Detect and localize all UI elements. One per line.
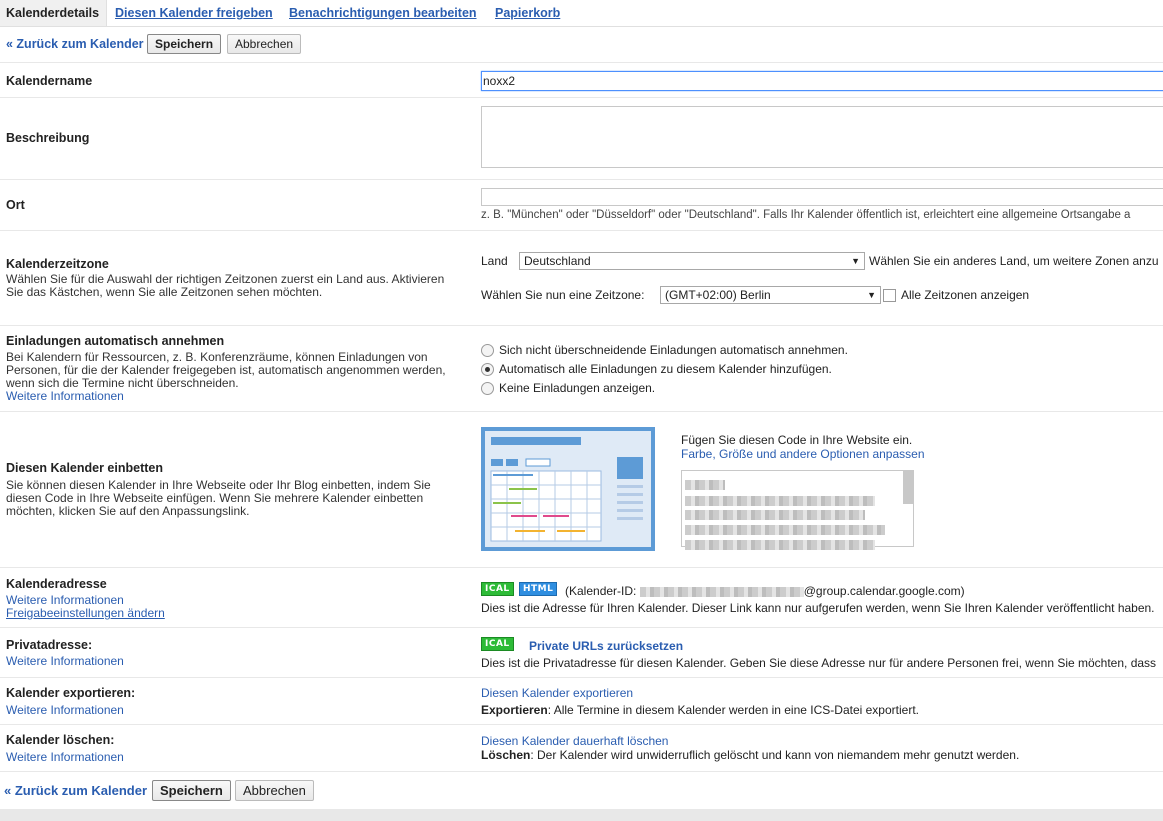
private-address-label: Privatadresse: (6, 638, 93, 652)
radio-label-2: Automatisch alle Einladungen zu diesem K… (499, 362, 832, 376)
save-button-bottom[interactable]: Speichern (152, 780, 231, 801)
embed-code-scrollbar[interactable] (903, 471, 913, 504)
back-to-calendar-link[interactable]: « Zurück zum Kalender (6, 37, 144, 51)
radio-add-all-invites[interactable] (481, 363, 494, 376)
invitations-description: Bei Kalendern für Ressourcen, z. B. Konf… (6, 351, 456, 403)
description-row: Beschreibung (0, 97, 1163, 180)
embed-customize-link[interactable]: Farbe, Größe und andere Optionen anpasse… (681, 447, 925, 461)
delete-label: Kalender löschen: (6, 733, 115, 747)
timezone-label: Kalenderzeitzone (6, 257, 109, 271)
calendar-address-label: Kalenderadresse (6, 577, 107, 591)
top-toolbar: « Zurück zum Kalender Speichern Abbreche… (0, 34, 1163, 62)
calendar-address-links: Weitere Informationen Freigabeeinstellun… (6, 594, 456, 620)
radio-auto-accept-nonconflicting[interactable] (481, 344, 494, 357)
footer-divider (0, 809, 1163, 821)
tab-calendar-details[interactable]: Kalenderdetails (0, 0, 107, 26)
private-address-info: Dies ist die Privatadresse für diesen Ka… (481, 656, 1157, 670)
invitations-more-info-link[interactable]: Weitere Informationen (6, 390, 456, 403)
description-label: Beschreibung (6, 131, 90, 145)
export-info: Exportieren: Alle Termine in diesem Kale… (481, 703, 919, 717)
private-address-row: Privatadresse: Weitere Informationen ICA… (0, 627, 1163, 678)
tab-share-calendar[interactable]: Diesen Kalender freigeben (115, 6, 273, 20)
invitations-row: Einladungen automatisch annehmen Bei Kal… (0, 325, 1163, 412)
chevron-down-icon: ▼ (867, 290, 876, 300)
embed-label: Diesen Kalender einbetten (6, 461, 163, 475)
back-to-calendar-link-bottom[interactable]: « Zurück zum Kalender (4, 783, 147, 798)
export-more-info-link[interactable]: Weitere Informationen (6, 704, 456, 717)
cancel-button-bottom[interactable]: Abbrechen (235, 780, 314, 801)
delete-row: Kalender löschen: Weitere Informationen … (0, 724, 1163, 772)
calendar-name-label: Kalendername (6, 74, 93, 88)
tab-edit-notifications[interactable]: Benachrichtigungen bearbeiten (289, 6, 477, 20)
calendar-id-blurred (639, 586, 804, 597)
delete-calendar-link[interactable]: Diesen Kalender dauerhaft löschen (481, 734, 668, 748)
delete-info: Löschen: Der Kalender wird unwiderruflic… (481, 748, 1020, 762)
delete-more-info-link[interactable]: Weitere Informationen (6, 751, 456, 764)
calendar-name-input[interactable]: noxx2 (481, 71, 1163, 91)
country-label: Land (481, 254, 508, 268)
radio-no-invites[interactable] (481, 382, 494, 395)
calendar-address-info: Dies ist die Adresse für Ihren Kalender.… (481, 601, 1155, 615)
share-settings-link[interactable]: Freigabeeinstellungen ändern (6, 607, 456, 620)
embed-row: Diesen Kalender einbetten Sie können die… (0, 411, 1163, 568)
embed-paste-text: Fügen Sie diesen Code in Ihre Website ei… (681, 433, 913, 447)
country-select[interactable]: Deutschland ▼ (519, 252, 865, 270)
embed-code-textarea[interactable] (681, 470, 914, 550)
radio-label-3: Keine Einladungen anzeigen. (499, 381, 656, 395)
calendar-name-row: Kalendername noxx2 (0, 62, 1163, 98)
all-zones-label: Alle Zeitzonen anzeigen (901, 288, 1030, 302)
tab-trash[interactable]: Papierkorb (495, 6, 560, 20)
country-hint: Wählen Sie ein anderes Land, um weitere … (869, 254, 1159, 268)
private-more-info-link[interactable]: Weitere Informationen (6, 655, 456, 668)
embed-code-blurred (685, 477, 885, 550)
timezone-description: Wählen Sie für die Auswahl der richtigen… (6, 272, 445, 299)
zone-label: Wählen Sie nun eine Zeitzone: (481, 288, 645, 302)
reset-private-urls-link[interactable]: Private URLs zurücksetzen (529, 639, 683, 653)
tab-bar: Kalenderdetails Diesen Kalender freigebe… (0, 0, 1163, 27)
timezone-select[interactable]: (GMT+02:00) Berlin ▼ (660, 286, 881, 304)
calendar-preview-image (481, 427, 655, 551)
location-label: Ort (6, 198, 25, 212)
all-zones-checkbox[interactable] (883, 289, 896, 302)
cancel-button[interactable]: Abbrechen (227, 34, 302, 54)
ical-button[interactable]: ICAL (481, 582, 514, 596)
timezone-row: Kalenderzeitzone Wählen Sie für die Ausw… (0, 230, 1163, 326)
save-button[interactable]: Speichern (147, 34, 222, 54)
radio-label-1: Sich nicht überschneidende Einladungen a… (499, 343, 848, 357)
private-ical-button[interactable]: ICAL (481, 637, 514, 651)
bottom-toolbar: « Zurück zum Kalender Speichern Abbreche… (0, 771, 1163, 810)
location-row: Ort z. B. "München" oder "Düsseldorf" od… (0, 179, 1163, 231)
calendar-address-row: Kalenderadresse Weitere Informationen Fr… (0, 567, 1163, 628)
description-textarea[interactable] (481, 106, 1163, 168)
calendar-id: (Kalender-ID: @group.calendar.google.com… (565, 584, 965, 598)
export-row: Kalender exportieren: Weitere Informatio… (0, 677, 1163, 725)
location-hint: z. B. "München" oder "Düsseldorf" oder "… (481, 209, 1131, 221)
chevron-down-icon: ▼ (851, 256, 860, 266)
embed-description: Sie können diesen Kalender in Ihre Webse… (6, 478, 431, 518)
location-input[interactable] (481, 188, 1163, 206)
html-button[interactable]: HTML (519, 582, 558, 596)
export-calendar-link[interactable]: Diesen Kalender exportieren (481, 686, 633, 700)
export-label: Kalender exportieren: (6, 686, 136, 700)
invitations-label: Einladungen automatisch annehmen (6, 334, 225, 348)
